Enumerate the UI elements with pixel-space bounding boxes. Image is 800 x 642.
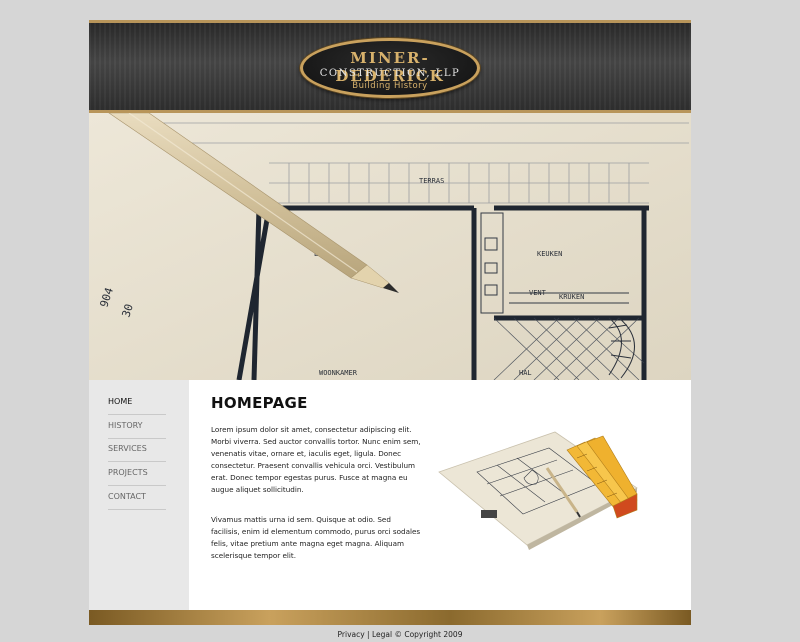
copyright-text: © Copyright 2009 bbox=[392, 630, 463, 639]
footer: Privacy | Legal © Copyright 2009 bbox=[0, 630, 800, 639]
footer-gold-bar bbox=[89, 610, 691, 625]
footer-separator: | bbox=[364, 630, 372, 639]
privacy-link[interactable]: Privacy bbox=[338, 630, 365, 639]
page-container: MINER-DEDERICK CONSTRUCTION, LLP Buildin… bbox=[89, 20, 691, 625]
logo-tagline: Building History bbox=[352, 81, 428, 91]
logo-company-name: MINER-DEDERICK bbox=[335, 49, 445, 85]
nav-item-history[interactable]: HISTORY bbox=[108, 414, 166, 439]
page-title: HOMEPAGE bbox=[211, 394, 308, 412]
blueprint-illustration: EETKAMER KEUKEN TERRAS WOONKAMER HAL KRU… bbox=[89, 113, 691, 380]
legal-link[interactable]: Legal bbox=[372, 630, 392, 639]
nav-item-projects[interactable]: PROJECTS bbox=[108, 461, 166, 486]
sidebar-nav: HOME HISTORY SERVICES PROJECTS CONTACT bbox=[89, 380, 189, 610]
room-label-kruken: KRUKEN bbox=[559, 293, 584, 301]
nav-item-home[interactable]: HOME bbox=[108, 390, 166, 415]
blueprint-ruler-image bbox=[437, 410, 642, 555]
intro-paragraph: Lorem ipsum dolor sit amet, consectetur … bbox=[211, 425, 421, 494]
main-content: HOMEPAGE Lorem ipsum dolor sit amet, con… bbox=[189, 380, 691, 610]
room-label-keuken: KEUKEN bbox=[537, 250, 562, 258]
room-label-woonkamer: WOONKAMER bbox=[319, 369, 358, 377]
room-label-hal: HAL bbox=[519, 369, 532, 377]
room-label-terras: TERRAS bbox=[419, 177, 444, 185]
nav-item-services[interactable]: SERVICES bbox=[108, 437, 166, 462]
second-paragraph: Vivamus mattis urna id sem. Quisque at o… bbox=[211, 515, 421, 560]
hero-blueprint-image: EETKAMER KEUKEN TERRAS WOONKAMER HAL KRU… bbox=[89, 113, 691, 380]
nav-item-contact[interactable]: CONTACT bbox=[108, 485, 166, 510]
room-label-vent: VENT bbox=[529, 289, 547, 297]
company-logo[interactable]: MINER-DEDERICK CONSTRUCTION, LLP Buildin… bbox=[300, 38, 480, 98]
logo-company-type: CONSTRUCTION, LLP bbox=[319, 68, 461, 79]
site-header: MINER-DEDERICK CONSTRUCTION, LLP Buildin… bbox=[89, 20, 691, 113]
